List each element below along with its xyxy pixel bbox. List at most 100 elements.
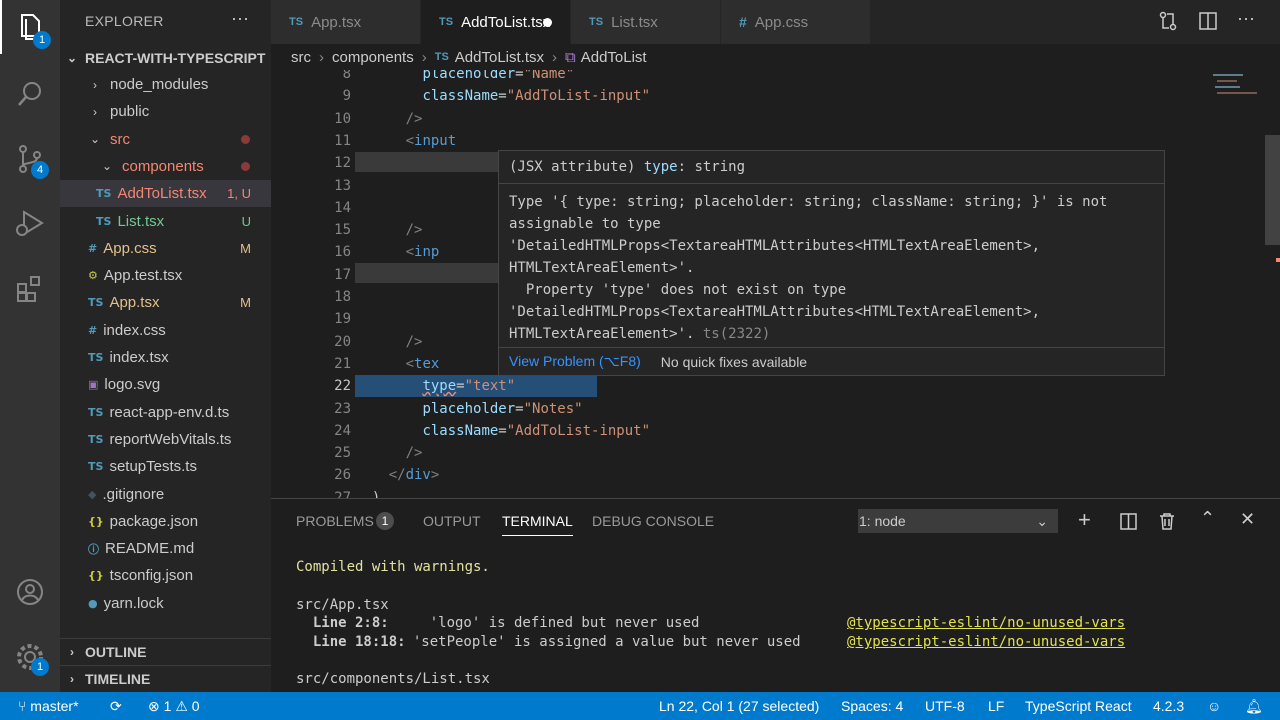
more-actions-button[interactable]: ···	[231, 8, 249, 29]
more-actions-button[interactable]: ···	[1237, 8, 1255, 29]
view-problem-link[interactable]: View Problem (⌥F8)	[509, 353, 641, 370]
git-file-icon: ◆	[88, 487, 97, 501]
tab-terminal[interactable]: TERMINAL	[502, 513, 573, 536]
tab-app-tsx[interactable]: TS App.tsx	[271, 0, 421, 44]
css-file-icon: #	[88, 323, 98, 337]
cursor-position[interactable]: Ln 22, Col 1 (27 selected)	[659, 698, 819, 714]
terminal-line: 'logo' is defined but never used	[396, 615, 700, 631]
editor-tabs: TS App.tsx TS AddToList.tsx TS List.tsx …	[271, 0, 1280, 44]
end-of-line[interactable]: LF	[988, 698, 1004, 714]
terminal-line: src/components/List.tsx	[296, 671, 490, 687]
code-line[interactable]: </div>	[355, 467, 440, 483]
tab-list-tsx[interactable]: TS List.tsx	[571, 0, 721, 44]
file-tree-item[interactable]: # index.css	[60, 317, 271, 344]
editor-scrollbar[interactable]	[1265, 135, 1280, 245]
file-tree-item[interactable]: ⌄ src	[60, 126, 271, 153]
code-line[interactable]: <tex	[355, 356, 440, 372]
code-line[interactable]: />	[355, 334, 423, 350]
code-line[interactable]: )	[355, 490, 380, 498]
file-tree-item[interactable]: TS App.tsx M	[60, 289, 271, 316]
terminal-link[interactable]: @typescript-eslint/no-unused-vars	[847, 615, 1125, 631]
code-line[interactable]: className="AddToList-input"	[355, 88, 650, 104]
timeline-section[interactable]: › TIMELINE	[60, 665, 271, 692]
file-tree-item[interactable]: TS AddToList.tsx 1, U	[60, 180, 271, 208]
file-tree-item[interactable]: ● yarn.lock	[60, 590, 271, 617]
file-tree-item[interactable]: TS reportWebVitals.ts	[60, 426, 271, 453]
file-tree-item[interactable]: TS react-app-env.d.ts	[60, 399, 271, 426]
indentation[interactable]: Spaces: 4	[841, 698, 903, 714]
split-terminal-icon[interactable]	[1120, 513, 1137, 535]
file-tree-item[interactable]: TS List.tsx U	[60, 208, 271, 235]
outline-section[interactable]: › OUTLINE	[60, 638, 271, 665]
file-tree-item[interactable]: ⌄ components	[60, 153, 271, 180]
code-line[interactable]: />	[355, 445, 423, 461]
bell-icon[interactable]: 🔔︎	[1245, 698, 1263, 715]
breadcrumb-src[interactable]: src	[291, 49, 311, 66]
search-icon[interactable]	[0, 67, 60, 121]
file-tree-label: AddToList.tsx	[117, 185, 207, 203]
code-line[interactable]: placeholder="Notes"	[355, 401, 582, 417]
warning-count: 0	[191, 698, 200, 714]
run-debug-icon[interactable]	[0, 196, 60, 250]
file-tree-item[interactable]: {} tsconfig.json	[60, 562, 271, 589]
tab-addtolist-tsx[interactable]: TS AddToList.tsx	[421, 0, 571, 44]
encoding[interactable]: UTF-8	[925, 698, 965, 714]
file-tree-item[interactable]: ◆ .gitignore	[60, 481, 271, 508]
code-line[interactable]: <inp	[355, 244, 440, 260]
file-tree-item[interactable]: {} package.json	[60, 508, 271, 535]
terminal-link[interactable]: @typescript-eslint/no-unused-vars	[847, 634, 1125, 650]
minimap[interactable]	[1205, 70, 1265, 110]
file-tree-item[interactable]: # App.css M	[60, 235, 271, 262]
problems-indicator[interactable]: ⊗ 1 ⚠ 0	[148, 698, 200, 715]
trash-icon[interactable]	[1159, 512, 1175, 535]
hover-sig-name: type	[643, 159, 678, 175]
svg-file-icon: ▣	[88, 378, 99, 392]
line-number: 26	[334, 467, 351, 484]
code-line[interactable]: type="text"	[355, 378, 515, 394]
explorer-icon[interactable]: 1	[0, 0, 60, 54]
breadcrumb-symbol[interactable]: AddToList	[581, 49, 647, 66]
file-tree-label: App.tsx	[109, 294, 160, 312]
ts-file-icon: TS	[88, 432, 104, 446]
feedback-icon[interactable]: ☺	[1207, 698, 1221, 714]
code-line[interactable]: placeholder="Name"	[355, 70, 574, 82]
compare-changes-icon[interactable]	[1158, 11, 1178, 36]
tab-debug-console[interactable]: DEBUG CONSOLE	[592, 513, 714, 529]
close-panel-icon[interactable]: ✕	[1240, 509, 1255, 530]
chevron-icon: ⌄	[101, 159, 113, 174]
add-terminal-icon[interactable]: +	[1078, 507, 1091, 533]
unsaved-dot-icon[interactable]	[543, 17, 552, 27]
split-editor-icon[interactable]	[1199, 12, 1217, 35]
tab-problems[interactable]: PROBLEMS	[296, 513, 374, 529]
file-tree-item[interactable]: ▣ logo.svg	[60, 371, 271, 398]
source-control-icon[interactable]: 4	[0, 132, 60, 186]
project-folder[interactable]: ⌄ REACT-WITH-TYPESCRIPT	[60, 44, 271, 71]
file-tree-label: components	[122, 157, 204, 175]
file-tree-item[interactable]: ⚙ App.test.tsx	[60, 262, 271, 289]
file-tree-item[interactable]: › public	[60, 98, 271, 125]
gear-icon[interactable]: 1	[0, 630, 60, 684]
sync-icon[interactable]: ⟳	[110, 698, 122, 715]
tab-app-css[interactable]: # App.css	[721, 0, 871, 44]
breadcrumb-file[interactable]: AddToList.tsx	[455, 49, 544, 66]
file-tree-item[interactable]: TS index.tsx	[60, 344, 271, 371]
file-tree-item[interactable]: › node_modules	[60, 71, 271, 98]
language-mode[interactable]: TypeScript React	[1025, 698, 1132, 714]
code-line[interactable]: className="AddToList-input"	[355, 423, 650, 439]
tab-output[interactable]: OUTPUT	[423, 513, 481, 529]
file-tree-item[interactable]: ⓘ README.md	[60, 535, 271, 562]
chevron-icon: ›	[93, 77, 97, 92]
breadcrumb-components[interactable]: components	[332, 49, 414, 66]
file-tree-item[interactable]: TS setupTests.ts	[60, 453, 271, 480]
code-line[interactable]: <input	[355, 133, 457, 149]
terminal-select[interactable]: 1: node ⌄	[858, 509, 1058, 533]
branch-indicator[interactable]: ⑂ master*	[18, 698, 79, 714]
extensions-icon[interactable]	[0, 262, 60, 316]
maximize-panel-icon[interactable]: ⌃	[1200, 508, 1215, 529]
code-line[interactable]: />	[355, 111, 423, 127]
account-icon[interactable]	[0, 565, 60, 619]
ts-version[interactable]: 4.2.3	[1153, 698, 1184, 714]
line-number: 8	[342, 70, 351, 82]
test-file-icon: ⚙	[88, 269, 98, 283]
code-line[interactable]: />	[355, 222, 423, 238]
